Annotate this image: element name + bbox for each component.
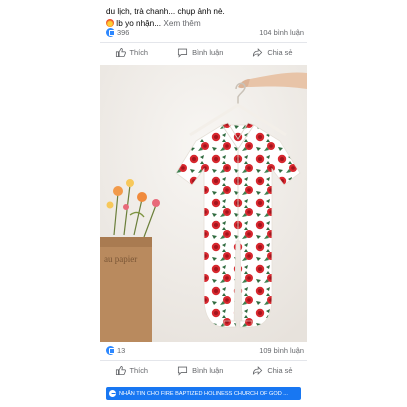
thumbs-up-icon xyxy=(115,47,126,57)
reaction-count-bottom[interactable]: 13 xyxy=(106,345,126,355)
send-message-label: NHẮN TIN CHO FIRE BAPTIZED HOLINESS CHUR… xyxy=(119,390,288,397)
feed-post: du lịch, trà chanh... chụp ảnh nè. Ib yo… xyxy=(100,0,307,407)
caption-line-1: du lịch, trà chanh... chụp ảnh nè. xyxy=(106,7,225,16)
comment-button-bottom[interactable]: Bình luận xyxy=(173,363,227,378)
like-label-top: Thích xyxy=(129,47,149,57)
reaction-count-bottom-value: 13 xyxy=(117,345,126,355)
post-actions-bottom: Thích Bình luận Chia sẻ xyxy=(100,360,307,379)
comment-count-top[interactable]: 104 bình luận xyxy=(259,28,304,37)
comment-label-bottom: Bình luận xyxy=(192,365,224,375)
reaction-count-top[interactable]: 396 xyxy=(106,27,130,37)
bag-label: au papier xyxy=(104,254,137,264)
share-icon xyxy=(253,365,263,375)
like-button-top[interactable]: Thích xyxy=(111,45,152,60)
post-actions-top: Thích Bình luận Chia sẻ xyxy=(100,42,307,61)
send-message-button[interactable]: NHẮN TIN CHO FIRE BAPTIZED HOLINESS CHUR… xyxy=(106,387,301,400)
comment-label-top: Bình luận xyxy=(192,47,224,57)
caption-cut-line xyxy=(106,0,306,6)
post-stats-top: 396 104 bình luận xyxy=(106,26,304,38)
comment-count-bottom[interactable]: 109 bình luận xyxy=(259,346,304,355)
like-reaction-icon xyxy=(106,27,115,37)
messenger-icon xyxy=(109,390,116,397)
thumbs-up-icon xyxy=(115,365,126,375)
like-label-bottom: Thích xyxy=(129,365,149,375)
share-icon xyxy=(253,47,263,57)
post-stats-bottom: 13 109 bình luận xyxy=(106,344,304,356)
share-button-top[interactable]: Chia sẻ xyxy=(248,45,296,60)
romper-photo-illustration: au papier xyxy=(100,65,307,342)
gift-bag: au papier xyxy=(100,237,152,342)
comment-button-top[interactable]: Bình luận xyxy=(173,45,227,60)
like-reaction-icon xyxy=(106,345,115,355)
comment-icon xyxy=(178,366,188,376)
reaction-count-top-value: 396 xyxy=(117,27,130,37)
comment-icon xyxy=(178,48,188,58)
share-label-top: Chia sẻ xyxy=(267,47,293,57)
share-button-bottom[interactable]: Chia sẻ xyxy=(248,363,296,378)
like-button-bottom[interactable]: Thích xyxy=(111,363,152,378)
post-photo[interactable]: au papier xyxy=(100,65,307,342)
share-label-bottom: Chia sẻ xyxy=(267,365,293,375)
